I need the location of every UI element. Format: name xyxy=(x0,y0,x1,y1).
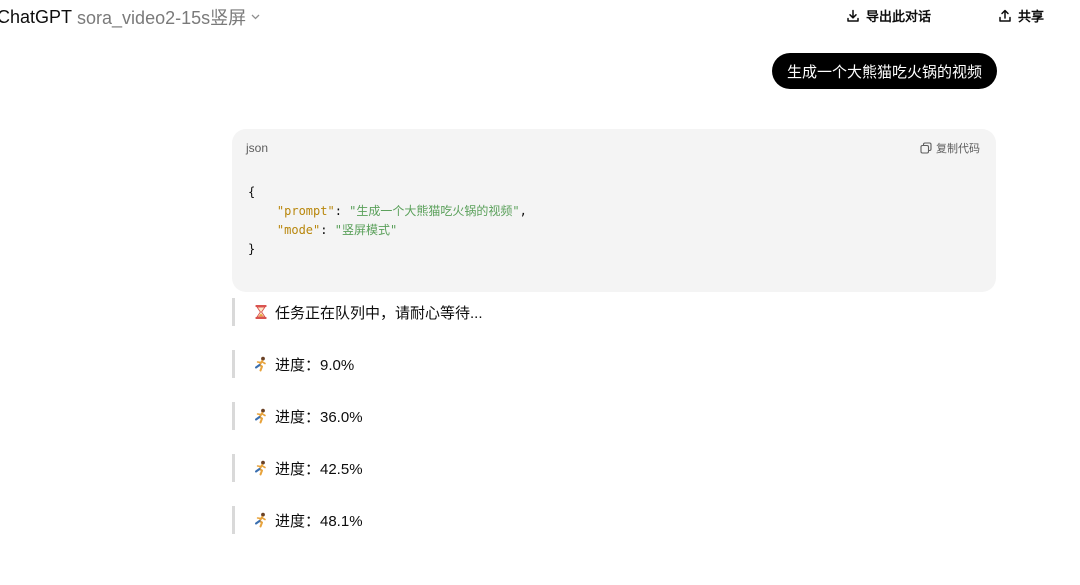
download-icon xyxy=(847,9,859,22)
code-language-label: json xyxy=(246,141,269,155)
status-message-queued: 任务正在队列中，请耐心等待... xyxy=(232,298,483,326)
share-button[interactable]: 共享 xyxy=(998,6,1044,25)
code-content: { "prompt": "生成一个大熊猫吃火锅的视频", "mode": "竖屏… xyxy=(248,185,527,256)
status-message-progress: 进度：48.1% xyxy=(232,506,363,534)
status-message-progress: 进度：36.0% xyxy=(232,402,363,430)
model-selector[interactable]: ChatGPT sora_video2-15s竖屏 xyxy=(0,4,261,30)
status-message-progress: 进度：42.5% xyxy=(232,454,363,482)
app-title: ChatGPT xyxy=(0,6,73,27)
copy-icon xyxy=(920,142,932,154)
status-text: 进度：9.0% xyxy=(275,356,355,374)
chevron-down-icon xyxy=(250,10,261,25)
copy-code-label: 复制代码 xyxy=(936,143,980,155)
json-string-value: "生成一个大熊猫吃火锅的视频" xyxy=(349,204,520,218)
status-message-progress: 进度：9.0% xyxy=(232,350,354,378)
export-conversation-button[interactable]: 导出此对话 xyxy=(846,6,931,25)
status-text: 任务正在队列中，请耐心等待... xyxy=(275,304,483,322)
code-block: json 复制代码 { "prompt": "生成一个大熊猫吃火锅的视频", "… xyxy=(232,129,996,292)
status-text: 进度：36.0% xyxy=(275,408,363,426)
json-key: "prompt" xyxy=(276,204,335,218)
json-comma: , xyxy=(519,204,527,218)
running-person-icon xyxy=(255,512,266,528)
copy-code-button[interactable]: 复制代码 xyxy=(920,140,980,156)
running-person-icon xyxy=(255,408,266,424)
status-text: 进度：48.1% xyxy=(275,512,363,530)
json-string-value: "竖屏模式" xyxy=(334,223,398,237)
user-message-bubble: 生成一个大熊猫吃火锅的视频 xyxy=(771,53,997,89)
code-close-brace: } xyxy=(248,242,256,256)
share-icon xyxy=(999,9,1011,22)
running-person-icon xyxy=(255,356,266,372)
export-label: 导出此对话 xyxy=(866,9,932,24)
code-open-brace: { xyxy=(248,185,256,199)
share-label: 共享 xyxy=(1018,9,1045,24)
json-key: "mode" xyxy=(276,223,321,237)
model-name: sora_video2-15s竖屏 xyxy=(77,8,247,28)
hourglass-icon xyxy=(255,305,267,319)
status-text: 进度：42.5% xyxy=(275,460,363,478)
top-bar: ChatGPT sora_video2-15s竖屏 导出此对话 共享 xyxy=(0,0,1080,34)
running-person-icon xyxy=(255,460,266,476)
